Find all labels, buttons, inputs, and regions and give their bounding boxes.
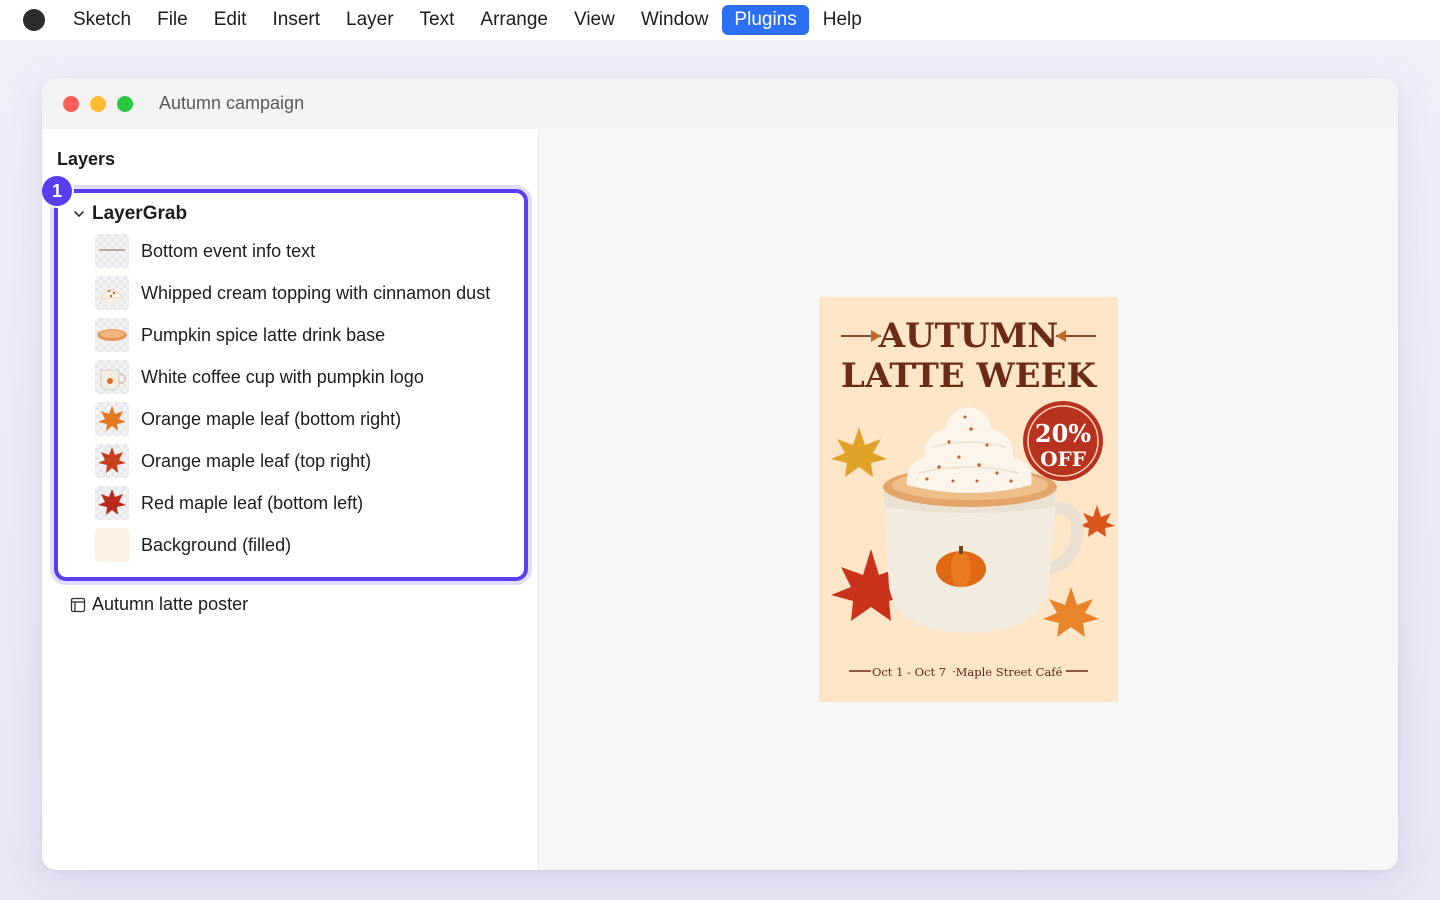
menu-file[interactable]: File [145,5,200,35]
footer-place: Maple Street Café [956,665,1063,679]
menu-sketch[interactable]: Sketch [61,5,143,35]
layer-row[interactable]: White coffee cup with pumpkin logo [95,359,424,395]
arrow-left-icon [841,330,881,342]
layer-label: White coffee cup with pumpkin logo [141,366,424,387]
whipped-cream-thumb-icon [95,276,129,310]
menu-layer[interactable]: Layer [334,5,406,35]
orange-leaf-thumb-icon [95,402,129,436]
canvas[interactable]: AUTUMN LATTE WEEK 20% OFF Oct 1 - Oct 7 … [538,129,1398,870]
menu-edit[interactable]: Edit [202,5,259,35]
poster-title-line1: AUTUMN [878,316,1059,356]
discount-badge: 20% OFF [1023,401,1103,481]
chevron-down-icon[interactable] [72,207,86,221]
arrow-right-icon [1056,330,1096,342]
artboard-icon [70,597,86,612]
layer-label: Orange maple leaf (top right) [141,450,372,471]
poster-title-line2: LATTE WEEK [841,356,1098,396]
footer-dates: Oct 1 - Oct 7 [872,665,946,679]
menu-plugins[interactable]: Plugins [722,5,809,35]
layer-group-layergrab[interactable]: LayerGrab [72,203,187,225]
menu-arrange[interactable]: Arrange [468,5,560,35]
coffee-cup-thumb-icon [95,360,129,394]
discount-percent: 20% [1035,419,1091,448]
latte-base-thumb-icon [95,318,129,352]
layer-label: Red maple leaf (bottom left) [141,492,364,513]
minimize-window-button[interactable] [90,96,106,112]
layer-row[interactable]: Whipped cream topping with cinnamon dust [95,275,490,311]
menu-bar: Sketch File Edit Insert Layer Text Arran… [0,0,1440,40]
layer-row[interactable]: Pumpkin spice latte drink base [95,317,385,353]
layer-group-label: LayerGrab [92,203,188,224]
orange-maple-leaf-bottom-right-icon [1043,587,1099,637]
title-bar: Autumn campaign [42,78,1398,129]
text-thumb-icon [95,234,129,268]
app-window: Autumn campaign Layers 1 LayerGrab Botto… [42,78,1398,870]
artboard-label: Autumn latte poster [92,594,249,614]
zoom-window-button[interactable] [117,96,133,112]
menu-help[interactable]: Help [811,5,874,35]
layers-heading: Layers [57,149,116,169]
layer-label: Pumpkin spice latte drink base [141,324,386,345]
layer-row[interactable]: Background (filled) [95,527,291,563]
layer-row[interactable]: Orange maple leaf (bottom right) [95,401,401,437]
close-window-button[interactable] [63,96,79,112]
menu-view[interactable]: View [562,5,627,35]
whipped-cream-icon [906,407,1032,493]
layers-panel: Layers 1 LayerGrab Bottom event info tex… [42,129,538,870]
layer-row[interactable]: Bottom event info text [95,233,315,269]
artboard-row[interactable]: Autumn latte poster [70,594,248,615]
layer-label: Bottom event info text [141,240,316,261]
red-leaf-thumb-icon [95,486,129,520]
menu-text[interactable]: Text [408,5,467,35]
menu-window[interactable]: Window [629,5,721,35]
discount-off: OFF [1040,447,1086,471]
layer-label: Background (filled) [141,534,292,555]
layer-label: Orange maple leaf (bottom right) [141,408,402,429]
orange-maple-leaf-top-right-icon [1079,505,1115,537]
maple-leaf-left-top-icon [831,427,887,477]
layer-label: Whipped cream topping with cinnamon dust [141,282,491,303]
window-title: Autumn campaign [159,93,305,113]
poster-artboard[interactable]: AUTUMN LATTE WEEK 20% OFF Oct 1 - Oct 7 … [819,297,1118,702]
layer-row[interactable]: Orange maple leaf (top right) [95,443,371,479]
background-thumb-icon [95,528,129,562]
apple-menu-icon[interactable] [23,9,45,31]
menu-insert[interactable]: Insert [260,5,332,35]
orange-leaf-thumb-icon [95,444,129,478]
layer-row[interactable]: Red maple leaf (bottom left) [95,485,363,521]
